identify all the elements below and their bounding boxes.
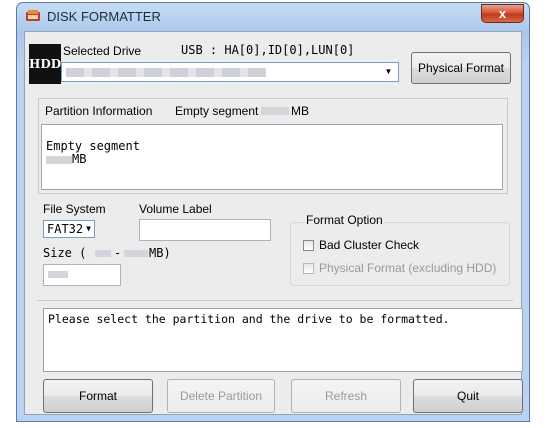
drive-select[interactable]: ▼ [61,62,399,82]
file-system-select[interactable]: FAT32 ▼ [43,220,95,238]
size-min-redacted [95,250,111,257]
volume-label-label: Volume Label [139,202,212,216]
partition-entry-unit: MB [72,152,87,166]
format-option-legend: Format Option [305,213,384,227]
app-icon [26,10,40,21]
partition-entry[interactable]: Empty segment MB [46,139,498,166]
physical-format-button[interactable]: Physical Format [411,52,511,84]
partition-list[interactable]: Empty segment MB [41,124,503,190]
file-system-value: FAT32 [47,222,84,236]
close-button[interactable]: x [481,4,524,23]
bad-cluster-label[interactable]: Bad Cluster Check [319,238,419,252]
size-value-redacted [48,271,68,278]
disk-formatter-window: DISK FORMATTER x HDD Selected Drive USB … [16,2,530,422]
status-message: Please select the partition and the driv… [48,312,450,326]
physical-format-excl-label[interactable]: Physical Format (excluding HDD) [319,261,496,275]
partition-size-redacted [46,155,72,164]
size-input[interactable] [43,264,121,286]
size-dash: - [114,246,122,260]
format-button[interactable]: Format [43,379,153,413]
title-bar[interactable]: DISK FORMATTER x [17,3,529,29]
format-option-group [290,222,510,286]
drive-name-redacted [66,68,266,77]
size-max-redacted [124,250,148,257]
divider [37,300,513,301]
file-system-label: File System [43,202,106,216]
volume-label-input[interactable] [139,219,271,241]
size-unit: MB) [149,246,171,260]
chevron-down-icon: ▼ [86,224,91,233]
size-label: Size ( [43,246,87,260]
empty-segment-size-redacted [261,107,289,115]
partition-entry-title: Empty segment [46,139,140,153]
refresh-button[interactable]: Refresh [291,379,401,413]
empty-segment-unit: MB [291,104,309,118]
chevron-down-icon: ▼ [384,67,393,76]
usb-info: USB : HA[0],ID[0],LUN[0] [181,43,355,57]
client-area: HDD Selected Drive USB : HA[0],ID[0],LUN… [24,31,523,415]
status-message-box: Please select the partition and the driv… [43,308,523,372]
empty-segment-label: Empty segment : [175,104,266,118]
selected-drive-label: Selected Drive [63,44,142,58]
window-title: DISK FORMATTER [47,9,161,24]
quit-button[interactable]: Quit [413,379,523,413]
bad-cluster-checkbox[interactable] [303,240,314,251]
hdd-badge: HDD [29,44,61,84]
delete-partition-button[interactable]: Delete Partition [167,379,275,413]
physical-format-excl-checkbox[interactable] [303,263,314,274]
partition-info-label: Partition Information [45,104,153,118]
